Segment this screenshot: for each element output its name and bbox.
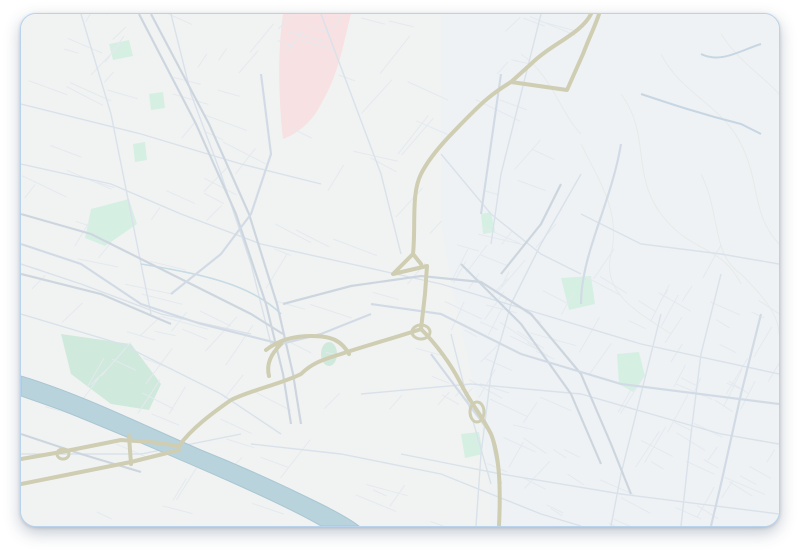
park-area — [149, 92, 165, 110]
land-layer — [21, 14, 779, 526]
park-area — [133, 142, 147, 162]
route-segment — [127, 434, 133, 466]
map-canvas[interactable] — [21, 14, 779, 526]
map-container[interactable] — [20, 13, 780, 527]
